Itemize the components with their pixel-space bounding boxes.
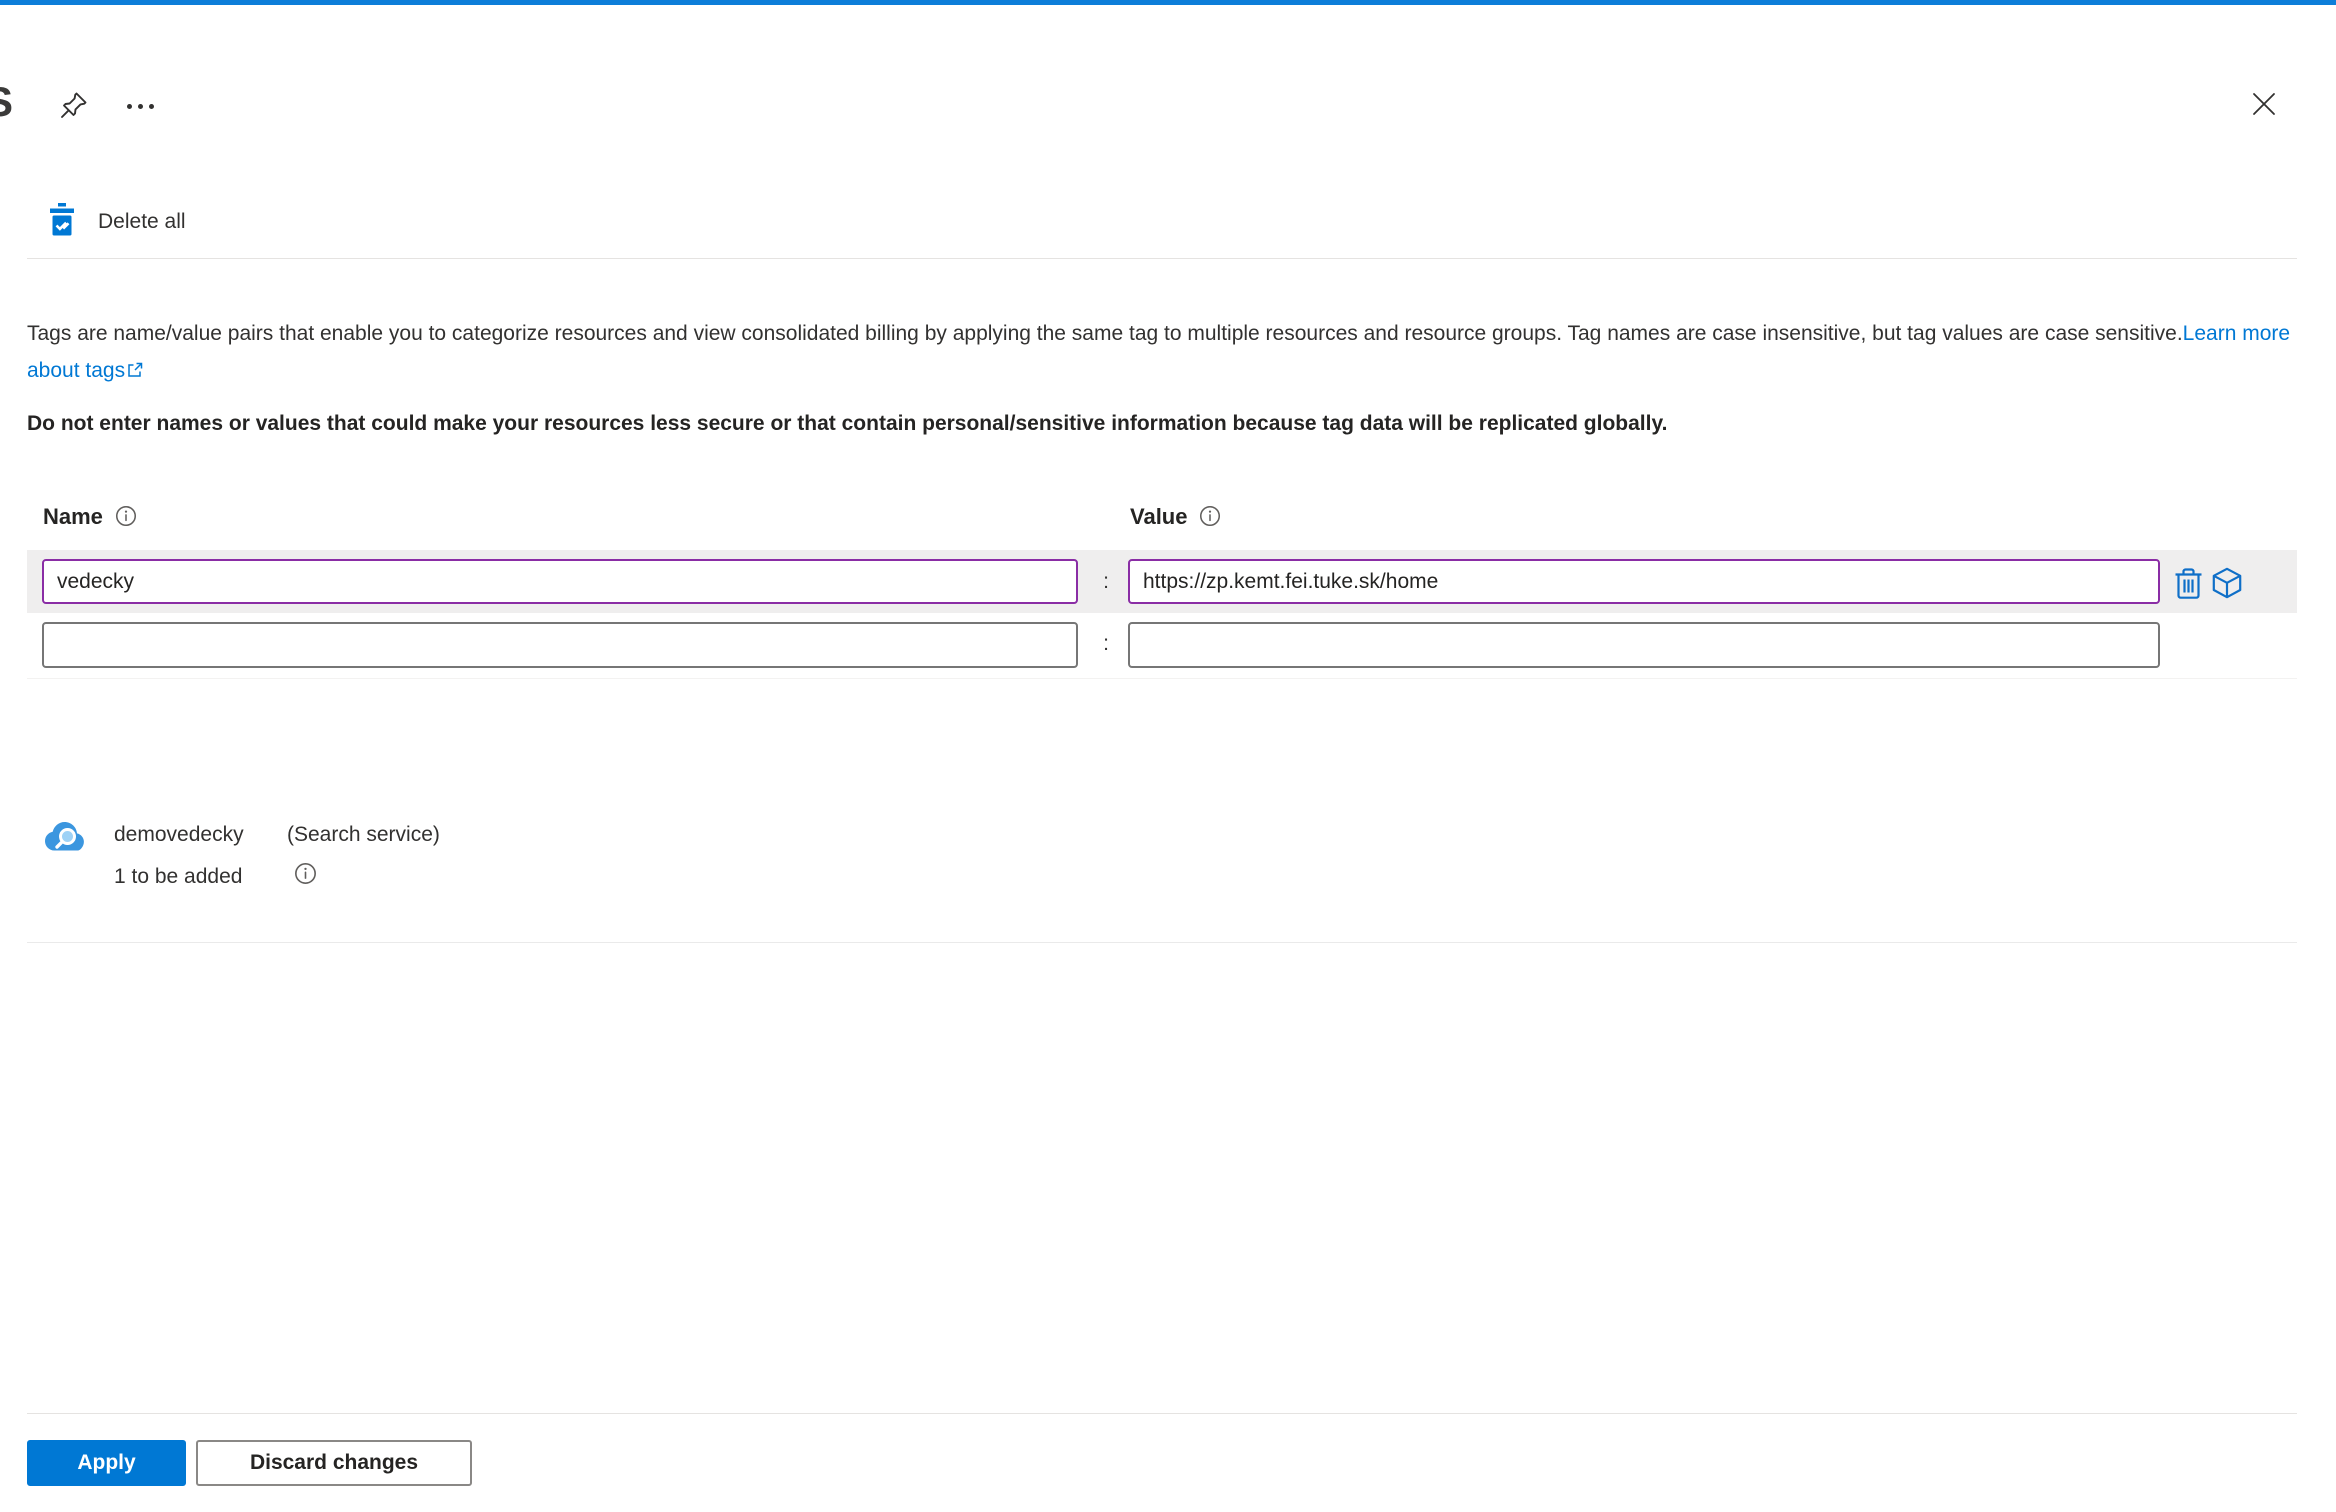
tag-value-input-row2[interactable] bbox=[1128, 622, 2160, 668]
pending-changes-info-button[interactable] bbox=[294, 862, 317, 885]
tag-separator: : bbox=[1103, 632, 1109, 655]
name-column-header: Name bbox=[43, 503, 137, 531]
more-icon bbox=[126, 103, 154, 109]
blade-title-fragment: S bbox=[0, 78, 13, 126]
tags-description-text: Tags are name/value pairs that enable yo… bbox=[27, 322, 2183, 345]
cube-icon bbox=[2212, 567, 2242, 602]
footer-divider bbox=[27, 1413, 2297, 1414]
tag-name-input-row1[interactable] bbox=[42, 559, 1078, 604]
toolbar-divider bbox=[27, 258, 2297, 259]
info-icon bbox=[1199, 505, 1221, 530]
apply-button[interactable]: Apply bbox=[27, 1440, 186, 1486]
resource-type: (Search service) bbox=[287, 823, 440, 846]
resource-name: demovedecky bbox=[114, 823, 244, 846]
pin-icon bbox=[59, 90, 89, 123]
name-header-label: Name bbox=[43, 504, 103, 529]
pin-button[interactable] bbox=[56, 88, 92, 124]
delete-all-checked-trash-icon bbox=[50, 202, 74, 242]
tag-resource-button[interactable] bbox=[2212, 567, 2242, 599]
summary-divider bbox=[27, 942, 2297, 943]
trash-icon bbox=[2174, 568, 2203, 602]
close-icon bbox=[2250, 90, 2278, 121]
search-service-cloud-icon bbox=[44, 819, 86, 857]
tag-value-input-row1[interactable] bbox=[1128, 559, 2160, 604]
tag-separator: : bbox=[1103, 570, 1109, 593]
close-blade-button[interactable] bbox=[2246, 87, 2282, 123]
external-link-icon bbox=[127, 353, 143, 390]
pending-changes-label: 1 to be added bbox=[114, 865, 243, 888]
security-warning-text: Do not enter names or values that could … bbox=[27, 412, 1668, 435]
value-info-button[interactable] bbox=[1199, 505, 1221, 530]
info-icon bbox=[115, 505, 137, 530]
top-accent-bar bbox=[0, 0, 2336, 5]
info-icon bbox=[294, 863, 317, 888]
delete-tag-row-button[interactable] bbox=[2174, 568, 2203, 599]
edit-tags-blade: S Delete all bbox=[0, 0, 2336, 1512]
delete-all-label: Delete all bbox=[98, 210, 186, 233]
delete-all-button[interactable]: Delete all bbox=[44, 200, 192, 244]
rows-divider bbox=[27, 678, 2297, 679]
value-header-label: Value bbox=[1130, 504, 1188, 529]
value-column-header: Value bbox=[1130, 503, 1221, 531]
name-info-button[interactable] bbox=[115, 505, 137, 530]
tags-description-paragraph: Tags are name/value pairs that enable yo… bbox=[27, 315, 2313, 390]
more-commands-button[interactable] bbox=[120, 94, 160, 118]
discard-changes-button[interactable]: Discard changes bbox=[196, 1440, 472, 1486]
tag-name-input-row2[interactable] bbox=[42, 622, 1078, 668]
